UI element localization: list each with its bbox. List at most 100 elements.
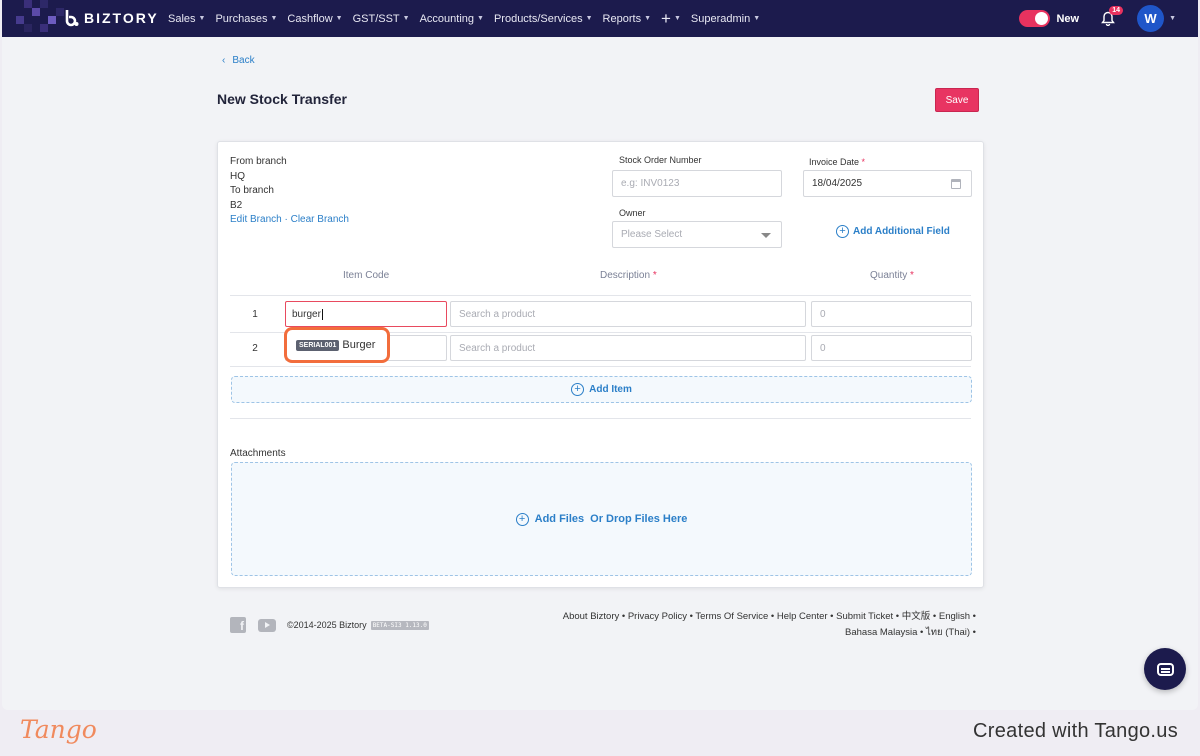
biztory-logo[interactable]: BIZTORY [64, 9, 159, 27]
new-ui-toggle[interactable]: New [1019, 10, 1079, 27]
back-link[interactable]: ‹ Back [222, 55, 255, 66]
to-branch-value: B2 [230, 199, 243, 211]
description-input[interactable]: Search a product [450, 335, 806, 361]
add-item-button[interactable]: + Add Item [231, 376, 972, 403]
top-navbar: BIZTORY Sales ▼ Purchases ▼ Cashflow ▼ GST/… [2, 0, 1198, 37]
add-files-label: Add Files [534, 513, 585, 525]
menu-reports[interactable]: Reports ▼ [603, 13, 651, 25]
nav-right-group: New 14 W ▼ [1019, 5, 1176, 32]
footer-links: About Biztory • Privacy Policy • Terms O… [546, 609, 976, 641]
avatar[interactable]: W [1137, 5, 1165, 32]
owner-label: Owner [619, 208, 646, 218]
copyright: ©2014-2025 Biztory BETA-SI3 1.13.0 [287, 620, 429, 630]
row-number: 1 [252, 309, 258, 320]
toggle-switch[interactable] [1019, 10, 1051, 27]
chevron-down-icon: ▼ [270, 15, 278, 22]
chevron-down-icon: ▼ [402, 15, 410, 22]
notification-badge: 14 [1109, 5, 1124, 15]
footer-links-line[interactable]: About Biztory • Privacy Policy • Terms O… [546, 609, 976, 625]
row-divider [230, 366, 971, 367]
chevron-left-icon: ‹ [222, 55, 226, 66]
notifications-button[interactable]: 14 [1097, 5, 1124, 30]
user-menu[interactable]: W ▼ [1137, 5, 1176, 32]
chevron-down-icon: ▼ [673, 15, 681, 22]
calendar-icon[interactable] [951, 179, 961, 189]
main-menu: Sales ▼ Purchases ▼ Cashflow ▼ GST/SST ▼ Acc… [168, 0, 760, 37]
file-dropzone[interactable]: + Add Files Or Drop Files Here [231, 462, 972, 576]
drop-files-label: Or Drop Files Here [590, 513, 688, 525]
page-title: New Stock Transfer [217, 91, 347, 107]
invoice-date-label-text: Invoice Date [809, 157, 860, 167]
clear-branch-link[interactable]: Clear Branch [291, 214, 349, 225]
column-header-description: Description * [600, 270, 657, 281]
menu-label: Sales [168, 12, 196, 25]
menu-superadmin[interactable]: Superadmin ▼ [691, 13, 760, 25]
required-mark: * [910, 270, 914, 281]
to-branch-label: To branch [230, 185, 274, 196]
tango-credit: Created with Tango.us [973, 720, 1178, 742]
invoice-date-input[interactable]: 18/04/2025 [803, 170, 972, 197]
stock-transfer-form: From branch HQ To branch B2 Edit Branch … [217, 141, 984, 588]
from-branch-label: From branch [230, 156, 287, 167]
social-links: f [230, 617, 276, 633]
owner-select[interactable]: Please Select [612, 221, 782, 248]
app-window: BIZTORY Sales ▼ Purchases ▼ Cashflow ▼ GST/… [2, 0, 1198, 710]
plus-icon: + [661, 9, 671, 28]
facebook-icon[interactable]: f [230, 617, 246, 633]
add-additional-field-label: Add Additional Field [853, 226, 950, 237]
chevron-down-icon: ▼ [585, 15, 593, 22]
stock-order-input[interactable]: e.g: INV0123 [612, 170, 782, 197]
menu-label: Superadmin [690, 12, 751, 25]
description-input[interactable]: Search a product [450, 301, 806, 327]
menu-gst-sst[interactable]: GST/SST ▼ [353, 13, 410, 25]
biztory-logo-icon [65, 10, 79, 27]
chat-button[interactable] [1144, 648, 1186, 690]
chevron-down-icon: ▼ [753, 15, 761, 22]
menu-accounting[interactable]: Accounting ▼ [420, 13, 484, 25]
back-label: Back [232, 55, 255, 66]
chat-icon [1156, 662, 1174, 676]
youtube-icon[interactable] [258, 618, 276, 632]
menu-label: Purchases [215, 12, 268, 25]
menu-label: Cashflow [287, 12, 333, 25]
menu-quick-add[interactable]: + ▼ [661, 10, 681, 27]
branch-info: From branch HQ To branch B2 Edit Branch … [230, 155, 349, 228]
plus-circle-icon: + [515, 512, 529, 526]
quantity-input[interactable]: 0 [811, 301, 972, 327]
serial-badge: SERIAL001 [296, 339, 340, 351]
brand-name: BIZTORY [84, 10, 159, 26]
invoice-date-value: 18/04/2025 [812, 178, 863, 189]
tango-logo: Tango [20, 715, 97, 744]
from-branch-value: HQ [230, 170, 245, 182]
item-code-input[interactable]: burger [285, 301, 447, 327]
menu-cashflow[interactable]: Cashflow ▼ [287, 13, 342, 25]
menu-products-services[interactable]: Products/Services ▼ [494, 13, 593, 25]
menu-sales[interactable]: Sales ▼ [168, 13, 205, 25]
add-additional-field-button[interactable]: + Add Additional Field [836, 225, 950, 238]
link-separator: · [284, 214, 288, 225]
edit-branch-link[interactable]: Edit Branch [230, 214, 282, 225]
toggle-label: New [1056, 12, 1080, 25]
quantity-input[interactable]: 0 [811, 335, 972, 361]
column-header-text: Description [600, 270, 651, 281]
dropdown-arrow-icon [761, 233, 771, 238]
invoice-date-label: Invoice Date * [809, 157, 865, 167]
section-divider [230, 418, 971, 419]
version-badge: BETA-SI3 1.13.0 [370, 620, 429, 630]
item-code-value: burger [292, 308, 321, 320]
chevron-down-icon: ▼ [644, 15, 652, 22]
footer-links-line[interactable]: Bahasa Malaysia • ไทย (Thai) • [546, 625, 976, 641]
menu-label: GST/SST [352, 12, 400, 25]
menu-label: Accounting [419, 12, 475, 25]
column-header-item-code: Item Code [343, 270, 390, 281]
menu-purchases[interactable]: Purchases ▼ [215, 13, 277, 25]
required-mark: * [861, 157, 866, 167]
plus-circle-icon: + [836, 225, 849, 238]
attachments-label: Attachments [230, 448, 286, 459]
chevron-down-icon: ▼ [198, 15, 206, 22]
pixel-decoration [2, 0, 72, 37]
item-suggestion-option[interactable]: SERIAL001 Burger [284, 327, 390, 363]
table-header-divider [230, 295, 971, 296]
save-button[interactable]: Save [935, 88, 979, 112]
column-header-text: Quantity [870, 270, 908, 281]
